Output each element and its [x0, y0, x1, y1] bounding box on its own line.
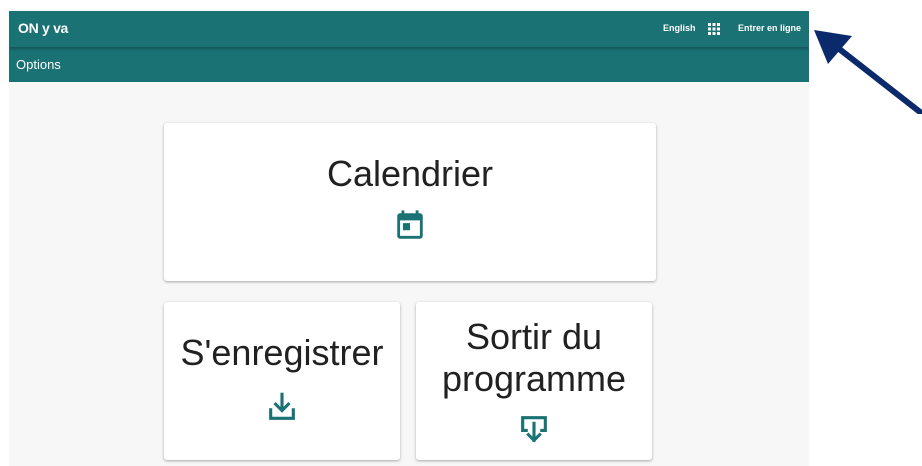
register-card-title: S'enregistrer	[180, 332, 384, 373]
calendar-card-title: Calendrier	[326, 153, 494, 194]
calendar-card[interactable]: Calendrier	[164, 123, 656, 281]
exit-program-card[interactable]: Sortir du programme	[416, 302, 652, 460]
language-toggle-link[interactable]: English	[663, 23, 696, 33]
pointer-arrow-icon	[814, 30, 922, 114]
options-bar: Options	[9, 47, 809, 82]
app-window: ON y va English Entrer en ligne Options …	[9, 11, 809, 466]
apps-grid-icon[interactable]	[708, 23, 720, 35]
app-logo[interactable]: ON y va	[18, 20, 68, 36]
login-link[interactable]: Entrer en ligne	[738, 23, 801, 33]
download-tray-icon	[269, 392, 295, 420]
exit-download-icon	[521, 416, 547, 443]
options-menu[interactable]: Options	[16, 57, 61, 72]
calendar-today-icon	[397, 210, 423, 239]
register-card[interactable]: S'enregistrer	[164, 302, 400, 460]
exit-program-card-title: Sortir du programme	[441, 316, 627, 399]
top-app-bar: ON y va English Entrer en ligne	[9, 11, 809, 47]
